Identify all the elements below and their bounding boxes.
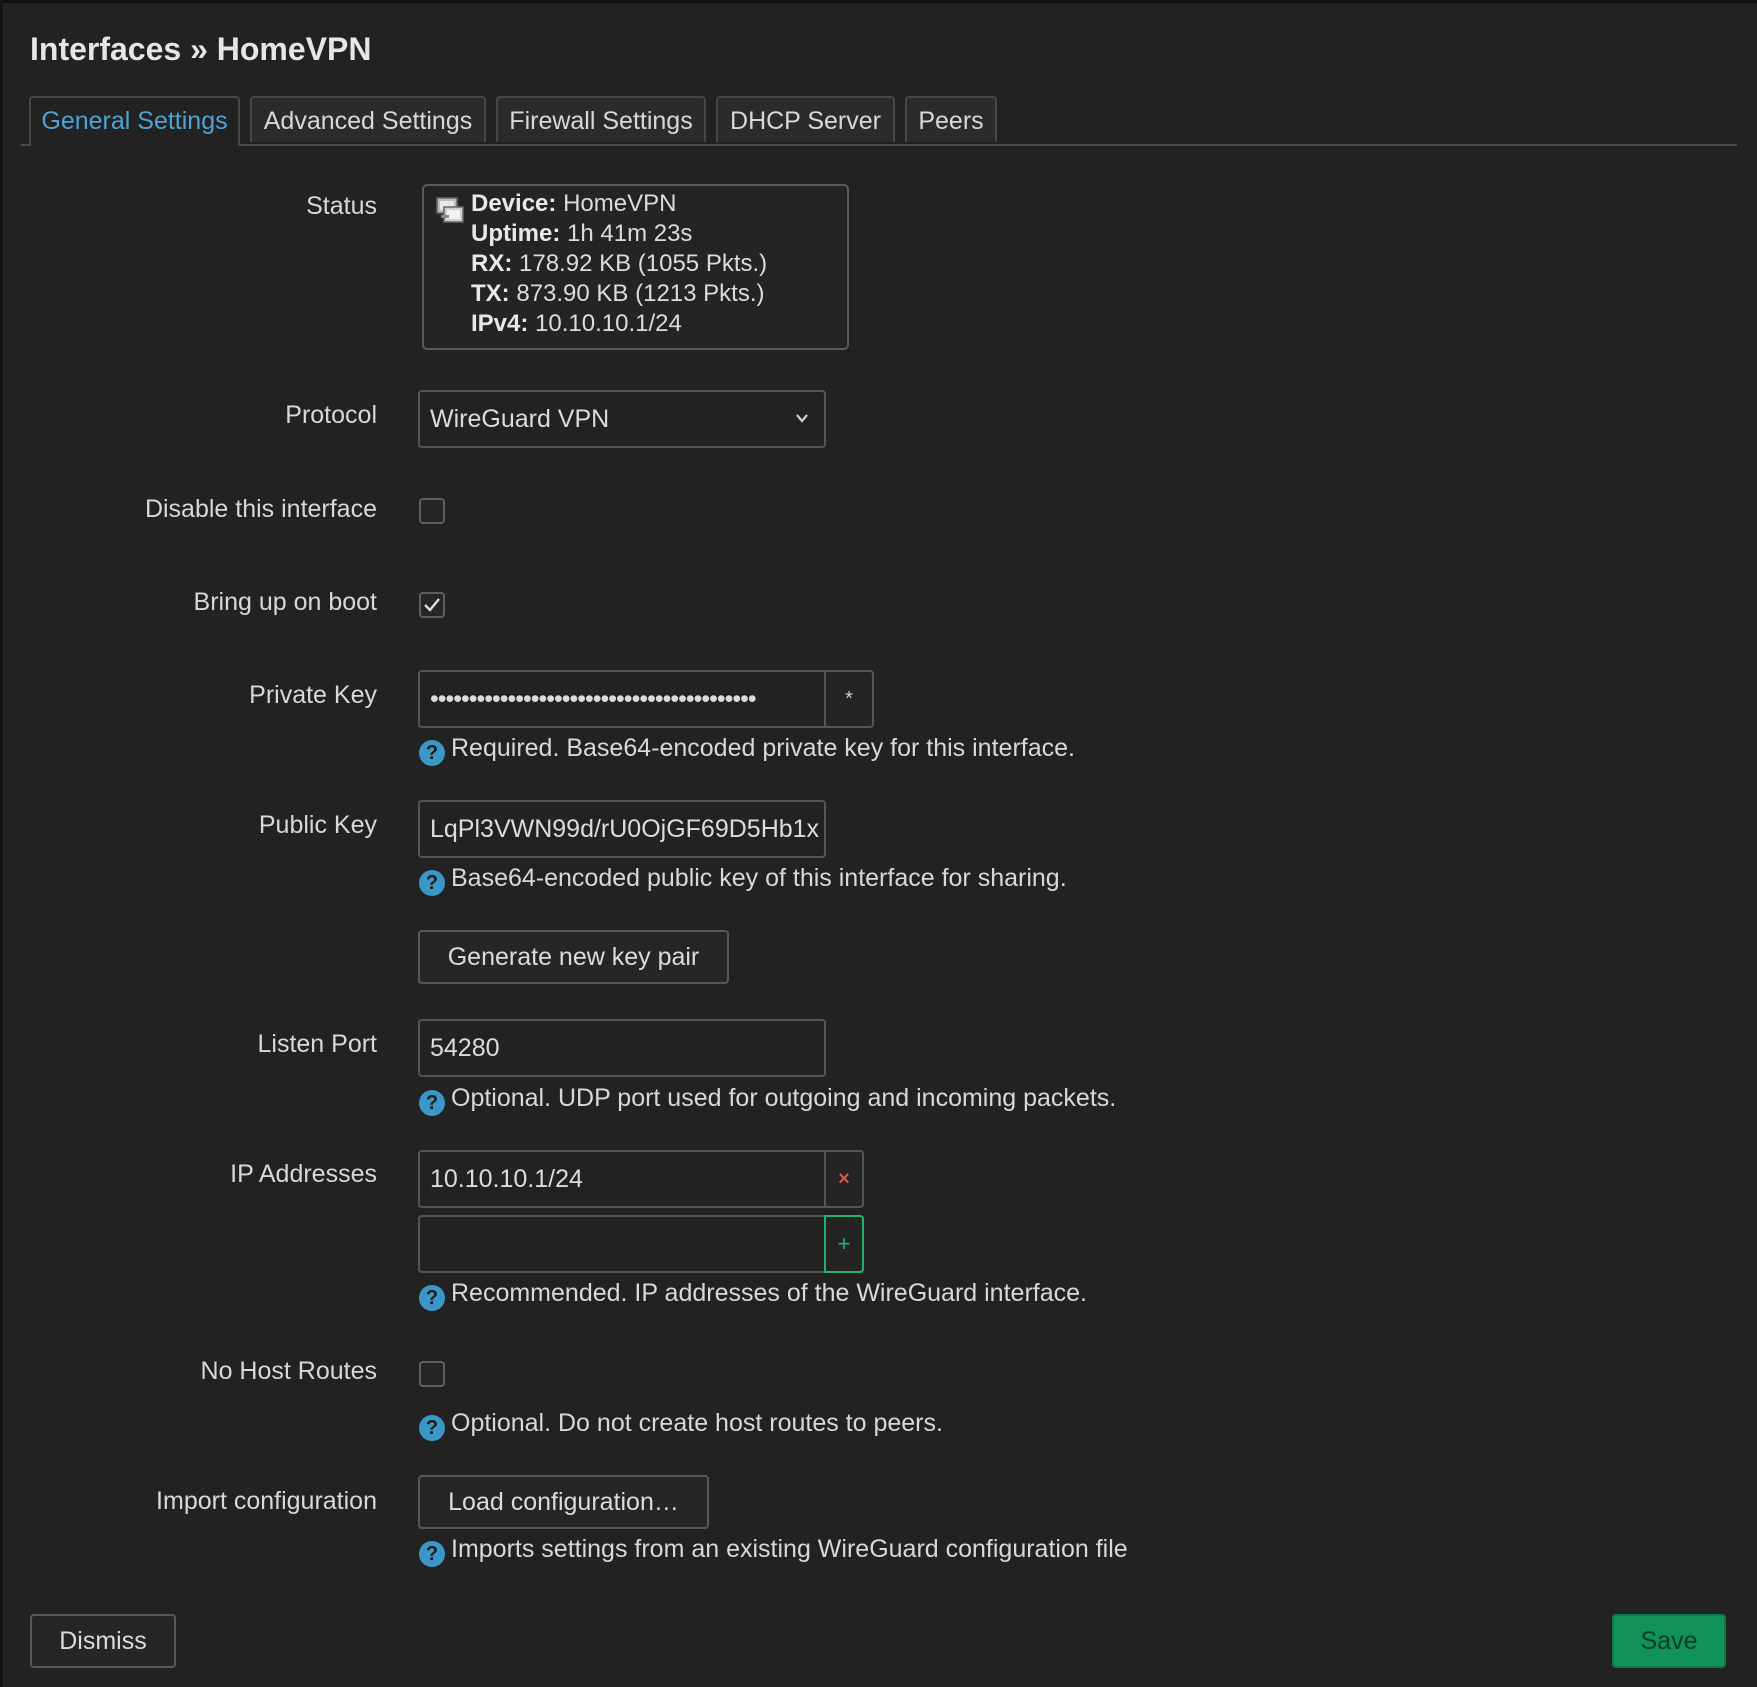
import-configuration-label: Import configuration (156, 1487, 377, 1515)
listen-port-input[interactable]: 54280 (418, 1019, 826, 1077)
protocol-selected-value: WireGuard VPN (430, 405, 610, 433)
help-icon: ? (419, 1090, 445, 1116)
add-ip-address-button[interactable]: + (824, 1215, 864, 1273)
private-key-hint: ? Required. Base64-encoded private key fo… (419, 733, 1075, 766)
status-rx: RX: 178.92 KB (1055 Pkts.) (471, 250, 768, 277)
load-configuration-button[interactable]: Load configuration… (418, 1475, 709, 1529)
ip-addresses-label: IP Addresses (230, 1160, 377, 1188)
network-device-icon (436, 197, 464, 223)
page-title: Interfaces » HomeVPN (30, 31, 371, 68)
public-key-label: Public Key (258, 811, 377, 839)
tab-firewall-settings[interactable]: Firewall Settings (496, 96, 706, 142)
status-device: Device: HomeVPN (471, 190, 677, 217)
status-tx: TX: 873.90 KB (1213 Pkts.) (471, 280, 765, 307)
status-uptime: Uptime: 1h 41m 23s (471, 220, 693, 247)
breadcrumb-current: HomeVPN (216, 31, 372, 67)
breadcrumb-section: Interfaces (30, 31, 182, 67)
bring-up-on-boot-checkbox[interactable] (419, 592, 445, 618)
disable-interface-checkbox[interactable] (419, 498, 445, 524)
protocol-select[interactable]: WireGuard VPN (418, 390, 826, 448)
dismiss-button[interactable]: Dismiss (30, 1614, 176, 1668)
checkmark-icon (424, 598, 440, 612)
chevron-down-icon (796, 414, 808, 423)
generate-key-pair-button[interactable]: Generate new key pair (418, 930, 729, 984)
no-host-routes-hint: ? Optional. Do not create host routes to … (419, 1408, 943, 1441)
private-key-label: Private Key (249, 681, 377, 709)
no-host-routes-label: No Host Routes (200, 1357, 377, 1385)
remove-ip-address-button[interactable]: × (824, 1150, 864, 1208)
tab-bar: General Settings Advanced Settings Firew… (21, 96, 1737, 146)
interface-dialog: Interfaces » HomeVPN General Settings Ad… (0, 0, 1757, 1687)
reveal-private-key-button[interactable]: * (824, 670, 874, 728)
no-host-routes-checkbox[interactable] (419, 1361, 445, 1387)
tab-advanced-settings[interactable]: Advanced Settings (250, 96, 486, 142)
listen-port-label: Listen Port (257, 1030, 377, 1058)
public-key-hint: ? Base64-encoded public key of this inter… (419, 863, 1067, 896)
listen-port-hint: ? Optional. UDP port used for outgoing an… (419, 1083, 1116, 1116)
import-configuration-hint: ? Imports settings from an existing WireG… (419, 1534, 1128, 1567)
status-label: Status (306, 192, 377, 220)
public-key-input[interactable]: LqPl3VWN99d/rU0OjGF69D5Hb1x (418, 800, 826, 858)
tab-dhcp-server[interactable]: DHCP Server (716, 96, 895, 142)
tab-general-settings[interactable]: General Settings (29, 96, 240, 146)
help-icon: ? (419, 1415, 445, 1441)
status-ipv4: IPv4: 10.10.10.1/24 (471, 310, 682, 337)
help-icon: ? (419, 1285, 445, 1311)
protocol-label: Protocol (285, 401, 377, 429)
private-key-input[interactable]: ••••••••••••••••••••••••••••••••••••••••… (418, 670, 826, 728)
tab-peers[interactable]: Peers (905, 96, 997, 142)
ip-address-input[interactable]: 10.10.10.1/24 (418, 1150, 826, 1208)
help-icon: ? (419, 740, 445, 766)
status-panel: Device: HomeVPN Uptime: 1h 41m 23s RX: 1… (422, 184, 849, 350)
help-icon: ? (419, 870, 445, 896)
save-button[interactable]: Save (1612, 1614, 1726, 1668)
ip-addresses-hint: ? Recommended. IP addresses of the WireGu… (419, 1278, 1087, 1311)
new-ip-address-input[interactable] (418, 1215, 826, 1273)
bring-up-on-boot-label: Bring up on boot (193, 588, 377, 616)
help-icon: ? (419, 1541, 445, 1567)
breadcrumb-separator: » (190, 31, 208, 67)
disable-interface-label: Disable this interface (144, 495, 377, 523)
